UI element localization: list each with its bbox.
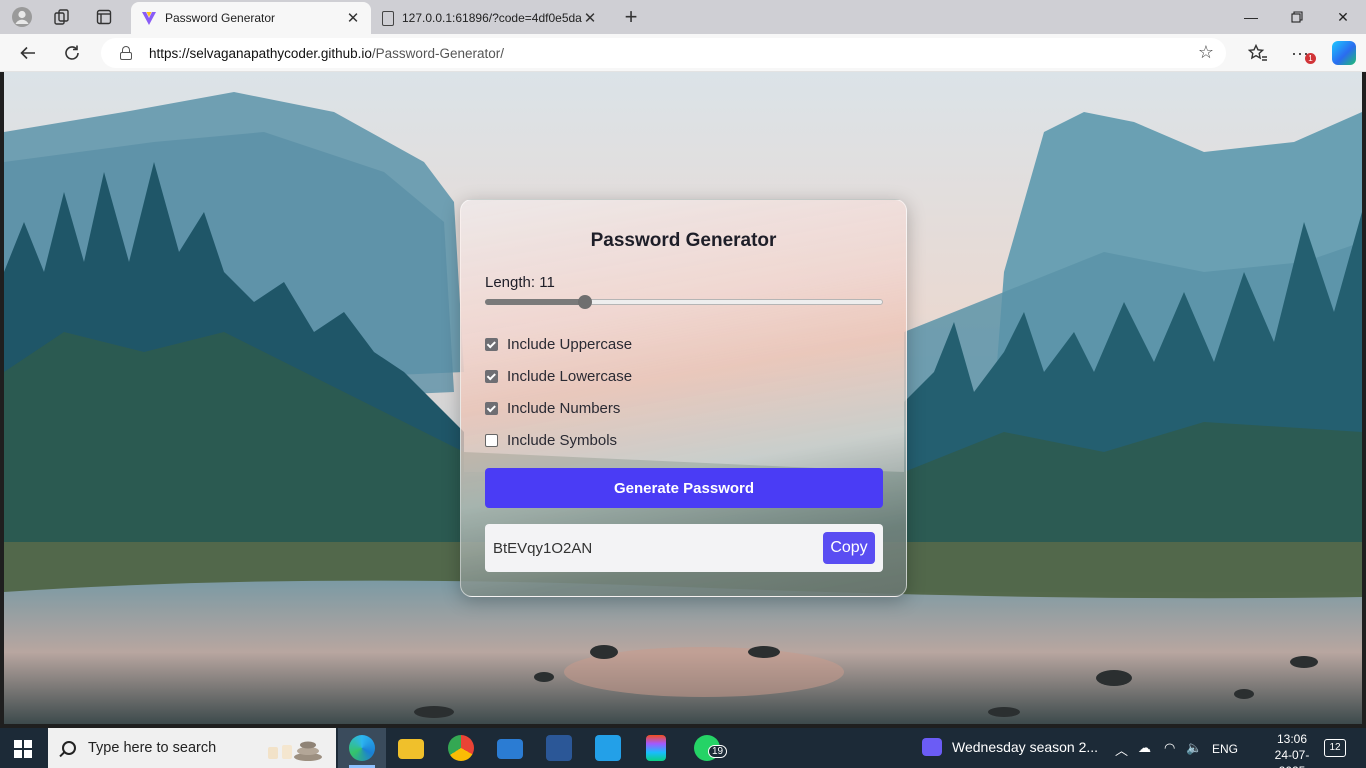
password-generator-card: Password Generator Length: 11 Include Up…: [460, 199, 907, 597]
volume-icon[interactable]: 🔈: [1186, 740, 1202, 756]
page-icon: [382, 10, 394, 26]
tab-title: 127.0.0.1:61896/?code=4df0e5da: [402, 11, 582, 25]
url-field[interactable]: https://selvaganapathycoder.github.io/Pa…: [101, 38, 1226, 68]
copy-button[interactable]: Copy: [823, 532, 875, 564]
symbols-checkbox[interactable]: [485, 434, 498, 447]
address-bar: https://selvaganapathycoder.github.io/Pa…: [0, 34, 1366, 72]
minimize-icon[interactable]: —: [1228, 0, 1274, 34]
option-uppercase[interactable]: Include Uppercase: [485, 336, 632, 353]
url-path: /Password-Generator/: [371, 45, 504, 61]
new-tab-icon[interactable]: +: [619, 4, 643, 29]
numbers-checkbox[interactable]: [485, 402, 498, 415]
whatsapp-badge: 19: [708, 745, 728, 758]
password-output[interactable]: BtEVqy1O2AN Copy: [485, 524, 883, 572]
profile-icon[interactable]: [10, 5, 34, 29]
lowercase-checkbox[interactable]: [485, 370, 498, 383]
vite-favicon-icon: [142, 12, 156, 25]
show-hidden-icons-icon[interactable]: ︿: [1115, 740, 1128, 759]
back-icon[interactable]: [16, 41, 40, 65]
option-label: Include Lowercase: [507, 368, 633, 385]
tab-title: Password Generator: [165, 11, 276, 25]
file-explorer-icon[interactable]: [398, 739, 424, 759]
tab-localhost[interactable]: 127.0.0.1:61896/?code=4df0e5da ✕: [372, 2, 608, 34]
extension-badge: 1: [1305, 53, 1316, 64]
refresh-icon[interactable]: [60, 41, 84, 65]
option-label: Include Symbols: [507, 432, 618, 449]
page-title: Password Generator: [590, 230, 777, 251]
media-widget[interactable]: Wednesday season 2...: [922, 738, 1098, 756]
length-label: Length: 11: [485, 274, 555, 291]
option-numbers[interactable]: Include Numbers: [485, 400, 620, 417]
restore-icon[interactable]: [1274, 0, 1320, 34]
close-tab-icon[interactable]: ✕: [345, 9, 361, 27]
vertical-tabs-icon[interactable]: [92, 5, 116, 29]
copilot-icon[interactable]: [1332, 41, 1356, 65]
slider-thumb[interactable]: [578, 295, 592, 309]
option-symbols[interactable]: Include Symbols: [485, 432, 617, 449]
language-indicator[interactable]: ENG: [1212, 742, 1238, 756]
edge-icon[interactable]: [349, 735, 375, 761]
option-label: Include Numbers: [507, 400, 621, 417]
url-host: https://selvaganapathycoder.github.io: [149, 45, 372, 61]
time: 13:06: [1276, 732, 1308, 746]
tab-password-generator[interactable]: Password Generator ✕: [131, 2, 371, 34]
slider-fill: [485, 299, 585, 305]
option-label: Include Uppercase: [507, 336, 633, 353]
generate-password-button[interactable]: Generate Password: [485, 468, 883, 508]
lock-icon[interactable]: [119, 46, 133, 60]
media-play-icon: [922, 738, 942, 756]
favorite-star-icon[interactable]: ☆: [1198, 42, 1214, 63]
length-slider[interactable]: [485, 295, 883, 309]
mail-icon[interactable]: [497, 739, 523, 759]
word-icon[interactable]: [546, 735, 572, 761]
taskbar-search[interactable]: Type here to search: [48, 728, 336, 768]
search-icon: [62, 741, 76, 755]
close-window-icon[interactable]: ✕: [1320, 0, 1366, 34]
favorites-icon[interactable]: [1246, 41, 1270, 65]
figma-icon[interactable]: [646, 735, 666, 761]
windows-start-icon[interactable]: [14, 740, 32, 758]
workspaces-icon[interactable]: [50, 5, 74, 29]
clock[interactable]: 13:06 24-07-2025: [1262, 731, 1322, 768]
uppercase-checkbox[interactable]: [485, 338, 498, 351]
notifications-icon[interactable]: 12: [1324, 739, 1346, 757]
onedrive-icon[interactable]: ☁: [1138, 740, 1151, 756]
date: 24-07-2025: [1274, 748, 1310, 768]
search-placeholder: Type here to search: [88, 740, 217, 756]
search-highlight-icon: [268, 741, 323, 761]
option-lowercase[interactable]: Include Lowercase: [485, 368, 632, 385]
page-viewport: Password Generator Length: 11 Include Up…: [4, 72, 1362, 724]
wifi-icon[interactable]: ◠: [1164, 740, 1175, 756]
taskbar: Type here to search: [0, 728, 1366, 768]
chrome-icon[interactable]: [448, 735, 474, 761]
vscode-icon[interactable]: [595, 735, 621, 761]
media-title: Wednesday season 2...: [952, 739, 1099, 755]
tab-bar: Password Generator ✕ 127.0.0.1:61896/?co…: [0, 0, 1366, 34]
password-value[interactable]: BtEVqy1O2AN: [493, 540, 823, 557]
close-tab-icon[interactable]: ✕: [582, 9, 598, 27]
